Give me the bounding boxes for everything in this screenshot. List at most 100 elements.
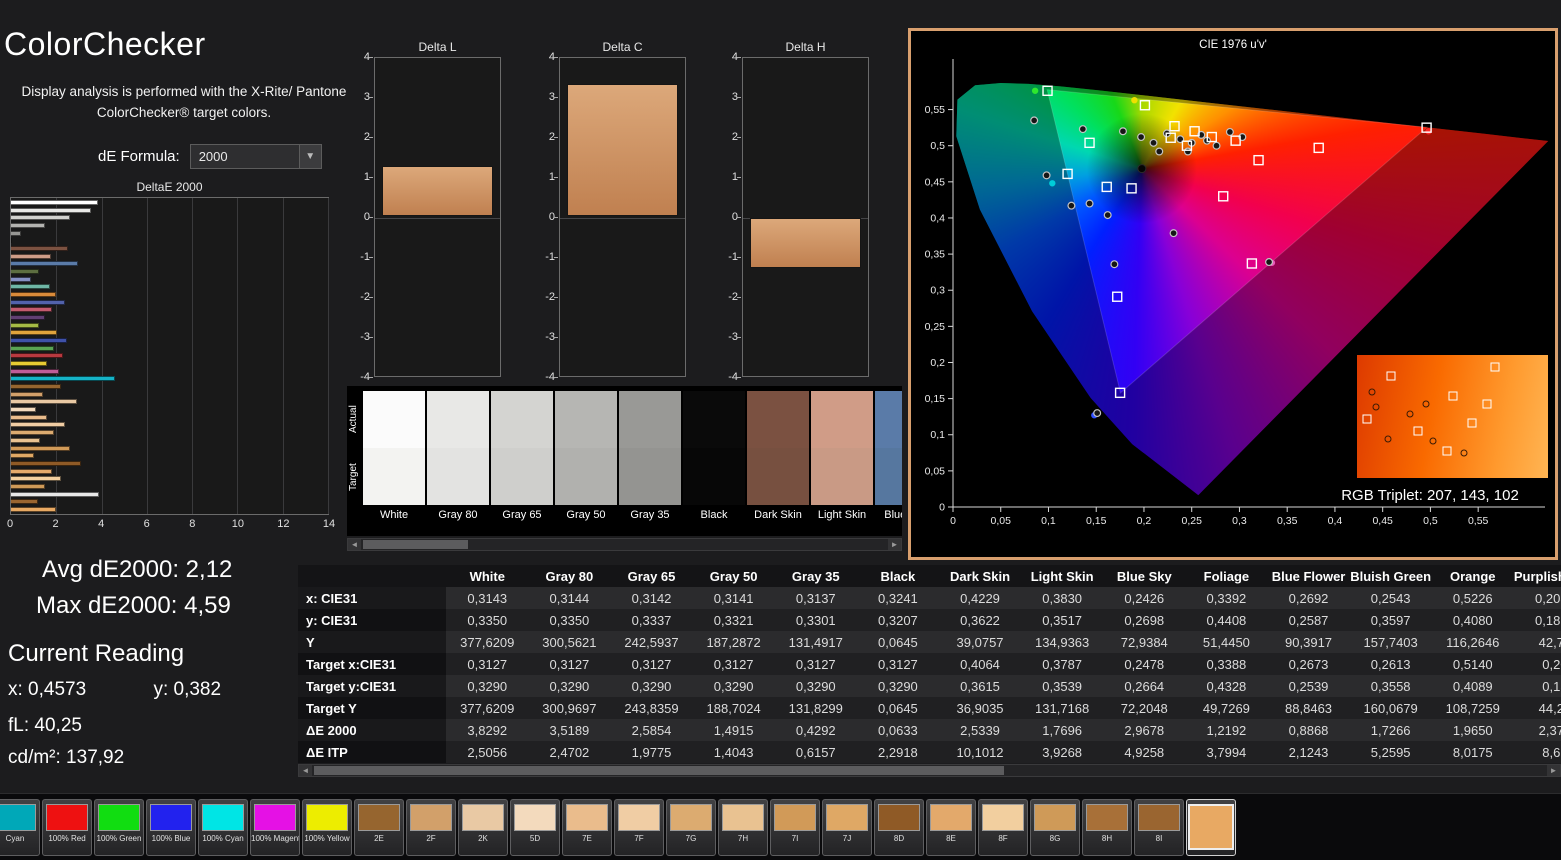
table-cell: 49,7269 bbox=[1185, 697, 1267, 719]
table-cell: 377,6209 bbox=[446, 631, 528, 653]
scrollbar-thumb[interactable] bbox=[363, 540, 468, 549]
axis-tick-label: -3 bbox=[716, 331, 738, 343]
pattern-label: Cyan bbox=[6, 834, 25, 843]
table-cell: 0,2543 bbox=[1350, 587, 1432, 609]
pattern-label: 100% Red bbox=[48, 834, 85, 843]
corner-cell bbox=[298, 565, 446, 587]
pattern-label: 100% Cyan bbox=[202, 834, 243, 843]
row-label: Target Y bbox=[298, 697, 446, 719]
axis-tick-label: 3 bbox=[716, 91, 738, 103]
page-title: ColorChecker bbox=[4, 26, 206, 63]
column-header: Orange bbox=[1432, 565, 1514, 587]
scroll-right-icon[interactable]: ► bbox=[1547, 765, 1560, 776]
axis-tick-label: 1 bbox=[533, 171, 555, 183]
pattern-swatch bbox=[982, 804, 1024, 831]
axis-tick-label: 0,15 bbox=[925, 393, 946, 405]
pattern-button-100-green[interactable]: 100% Green bbox=[94, 799, 144, 856]
measured-point-marker bbox=[1384, 435, 1391, 442]
table-cell: 44,29 bbox=[1514, 697, 1561, 719]
deltae-bar bbox=[11, 223, 45, 228]
pattern-button-7h[interactable]: 7H bbox=[718, 799, 768, 856]
table-row: x: CIE310,31430,31440,31420,31410,31370,… bbox=[298, 587, 1561, 609]
pattern-button-100-cyan[interactable]: 100% Cyan bbox=[198, 799, 248, 856]
pattern-button-100-magenta[interactable]: 100% Magenta bbox=[250, 799, 300, 856]
deltae-chart-title: DeltaE 2000 bbox=[10, 180, 329, 194]
table-cell: 10,1012 bbox=[939, 741, 1021, 763]
pattern-button-7f[interactable]: 7F bbox=[614, 799, 664, 856]
pattern-button-8d[interactable]: 8D bbox=[874, 799, 924, 856]
de-formula-dropdown[interactable]: 2000 ▼ bbox=[190, 144, 322, 169]
pattern-swatch bbox=[722, 804, 764, 831]
target-square-marker bbox=[1490, 363, 1499, 372]
pattern-label: 7F bbox=[634, 834, 643, 843]
axis-tick-label: 4 bbox=[98, 518, 104, 530]
deltae-bar bbox=[11, 476, 61, 481]
swatch-label: Dark Skin bbox=[747, 509, 809, 521]
pattern-button-8g[interactable]: 8G bbox=[1030, 799, 1080, 856]
pattern-button-8i[interactable]: 8I bbox=[1134, 799, 1184, 856]
pattern-button-7e[interactable]: 7E bbox=[562, 799, 612, 856]
deltae-bar bbox=[11, 254, 51, 259]
pattern-button-100-yellow[interactable]: 100% Yellow bbox=[302, 799, 352, 856]
pattern-label: 8F bbox=[998, 834, 1007, 843]
table-cell: 1,9650 bbox=[1432, 719, 1514, 741]
colorchecker-app: ColorChecker Display analysis is perform… bbox=[0, 0, 1561, 860]
column-header: Gray 35 bbox=[775, 565, 857, 587]
measured-point-marker bbox=[1031, 117, 1038, 124]
gridline bbox=[328, 198, 329, 514]
current-xy: x: 0,4573 y: 0,382 bbox=[8, 679, 221, 701]
target-color bbox=[363, 448, 425, 505]
pattern-button-7i[interactable]: 7I bbox=[770, 799, 820, 856]
target-square-marker bbox=[1113, 292, 1122, 301]
deltae-bar bbox=[11, 407, 36, 412]
table-scrollbar[interactable]: ◄ ► bbox=[298, 764, 1561, 777]
deltae-bar bbox=[11, 415, 47, 420]
scroll-left-icon[interactable]: ◄ bbox=[348, 539, 361, 550]
pattern-button-5d[interactable]: 5D bbox=[510, 799, 560, 856]
pattern-button-100-red[interactable]: 100% Red bbox=[42, 799, 92, 856]
deltae-bar bbox=[11, 430, 54, 435]
axis-tick-label: 0,5 bbox=[1423, 515, 1438, 527]
table-cell: 1,7696 bbox=[1021, 719, 1103, 741]
pattern-button-100-blue[interactable]: 100% Blue bbox=[146, 799, 196, 856]
table-cell: 51,4450 bbox=[1185, 631, 1267, 653]
actual-color bbox=[875, 391, 902, 448]
axis-tick-label: 2 bbox=[53, 518, 59, 530]
pattern-button-7j[interactable]: 7J bbox=[822, 799, 872, 856]
table-cell: 3,5189 bbox=[528, 719, 610, 741]
swatch-label: Blue Sky bbox=[875, 509, 902, 521]
deltae-bar bbox=[11, 323, 39, 328]
deltae-bar bbox=[11, 469, 52, 474]
scroll-right-icon[interactable]: ► bbox=[888, 539, 901, 550]
axis-tick-label: 0,1 bbox=[1041, 515, 1056, 527]
table-cell: 242,5937 bbox=[610, 631, 692, 653]
target-square-marker bbox=[1448, 391, 1457, 400]
axis-tick-label: 4 bbox=[533, 51, 555, 63]
pattern-button-2f[interactable]: 2F bbox=[406, 799, 456, 856]
actual-color bbox=[619, 391, 681, 448]
scroll-left-icon[interactable]: ◄ bbox=[299, 765, 312, 776]
pattern-label: 100% Magenta bbox=[251, 834, 299, 843]
swatch-label: Gray 50 bbox=[555, 509, 617, 521]
measured-point-marker bbox=[1111, 261, 1118, 268]
target-square-marker bbox=[1254, 156, 1263, 165]
axis-tick-label: 8 bbox=[189, 518, 195, 530]
pattern-button-8j[interactable]: 8J bbox=[1186, 799, 1236, 856]
deltae-bar bbox=[11, 422, 65, 427]
pattern-button-8f[interactable]: 8F bbox=[978, 799, 1028, 856]
column-header: Gray 65 bbox=[610, 565, 692, 587]
deltae-bar bbox=[11, 307, 52, 312]
pattern-button-8h[interactable]: 8H bbox=[1082, 799, 1132, 856]
scrollbar-thumb[interactable] bbox=[314, 766, 1004, 775]
table-cell: 0,3350 bbox=[528, 609, 610, 631]
swatch-scrollbar[interactable]: ◄ ► bbox=[347, 538, 902, 551]
pattern-button-cyan[interactable]: Cyan bbox=[0, 799, 40, 856]
pattern-swatch bbox=[566, 804, 608, 831]
delta-bar bbox=[567, 84, 678, 216]
pattern-button-8e[interactable]: 8E bbox=[926, 799, 976, 856]
pattern-button-2e[interactable]: 2E bbox=[354, 799, 404, 856]
pattern-button-7g[interactable]: 7G bbox=[666, 799, 716, 856]
axis-tick-label: 6 bbox=[144, 518, 150, 530]
table-cell: 2,370 bbox=[1514, 719, 1561, 741]
pattern-button-2k[interactable]: 2K bbox=[458, 799, 508, 856]
